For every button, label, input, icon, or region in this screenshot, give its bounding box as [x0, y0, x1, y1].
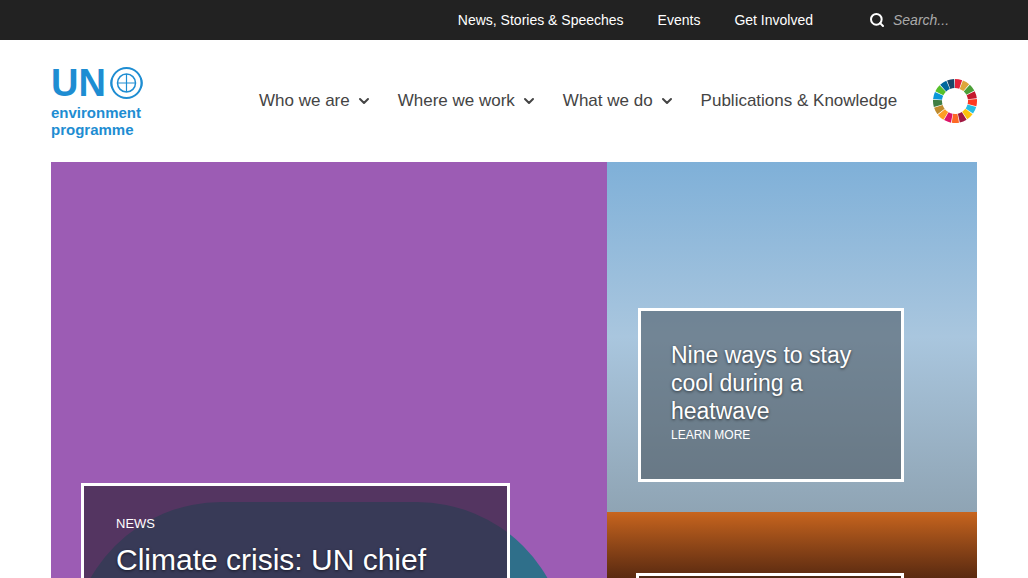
chevron-down-icon	[356, 93, 372, 109]
top-link[interactable]: News, Stories & Speeches	[458, 10, 624, 31]
bottom-card[interactable]	[636, 573, 904, 578]
chevron-down-icon	[659, 93, 675, 109]
hero-bottom-tile[interactable]	[607, 512, 977, 578]
nav-item[interactable]: Who we are	[259, 88, 372, 114]
logo-name: environment	[51, 104, 191, 121]
hero-main-tile[interactable]: NEWS Climate crisis: UN chief	[51, 162, 607, 578]
nav-item[interactable]: Publications & Knowledge	[701, 88, 898, 114]
nav-item[interactable]: What we do	[563, 88, 675, 114]
card-title: Nine ways to stay cool during a heatwave	[671, 341, 871, 425]
side-card[interactable]: Nine ways to stay cool during a heatwave…	[638, 308, 904, 482]
top-bar: News, Stories & Speeches Events Get Involv…	[0, 0, 1028, 40]
card-title: Climate crisis: UN chief	[116, 542, 475, 578]
hero-side: Nine ways to stay cool during a heatwave…	[607, 162, 977, 578]
card-link[interactable]: LEARN MORE	[671, 427, 871, 443]
top-link[interactable]: Get Involved	[734, 10, 813, 31]
hero-main-card[interactable]: NEWS Climate crisis: UN chief	[81, 483, 510, 578]
hero: NEWS Climate crisis: UN chief Nine ways to…	[51, 162, 977, 578]
search-box[interactable]: Search...	[869, 10, 977, 31]
header: UN environmentprogramme Who we are Where we…	[0, 40, 1028, 162]
logo[interactable]: UN environmentprogramme	[51, 64, 191, 138]
hero-side-tile[interactable]: Nine ways to stay cool during a heatwave…	[607, 162, 977, 512]
logo-acronym: UN	[51, 64, 106, 102]
nav-item[interactable]: Where we work	[398, 88, 537, 114]
search-icon	[869, 12, 885, 28]
search-placeholder[interactable]: Search...	[893, 10, 949, 31]
logo-name: programme	[51, 121, 191, 138]
sdg-wheel-icon[interactable]	[933, 79, 977, 123]
page: News, Stories & Speeches Events Get Involv…	[0, 0, 1028, 578]
chevron-down-icon	[521, 93, 537, 109]
card-tag: NEWS	[116, 516, 475, 532]
un-emblem-icon	[108, 66, 145, 100]
top-link[interactable]: Events	[658, 10, 701, 31]
main-nav: Who we are Where we work What we do Publica…	[259, 88, 933, 114]
